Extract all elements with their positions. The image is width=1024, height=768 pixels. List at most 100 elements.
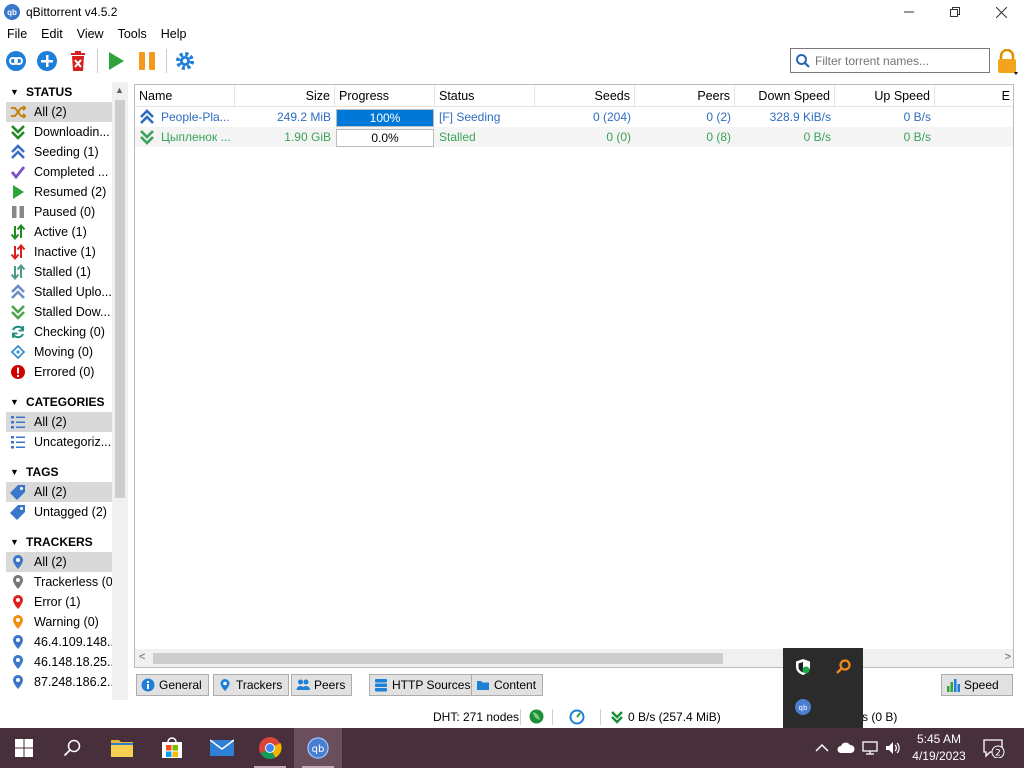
sidebar-status-item[interactable]: Completed ... (6, 162, 112, 182)
speed-button[interactable]: Speed (941, 674, 1013, 696)
menu-file[interactable]: File (0, 27, 34, 41)
sidebar-status-item[interactable]: Resumed (2) (6, 182, 112, 202)
filter-torrent-input[interactable] (815, 53, 985, 68)
connection-status-icon[interactable] (529, 709, 544, 727)
column-up-speed[interactable]: Up Speed (835, 85, 935, 107)
tab-content[interactable]: Content (471, 674, 544, 696)
column-status[interactable]: Status (435, 85, 535, 107)
sidebar-item-label: All (2) (34, 415, 67, 429)
sidebar-categories-item[interactable]: All (2) (6, 412, 112, 432)
sidebar-trackers-item[interactable]: 46.148.18.25... (6, 652, 112, 672)
tab-general[interactable]: General (136, 674, 209, 696)
statusbar-separator (552, 709, 553, 725)
folder-icon (476, 678, 490, 692)
show-hidden-icons-button[interactable] (813, 738, 831, 758)
remove-torrent-button[interactable] (65, 48, 91, 74)
menu-help[interactable]: Help (154, 27, 194, 41)
sidebar-status-item[interactable]: Paused (0) (6, 202, 112, 222)
sidebar-trackers-item[interactable]: 87.248.186.2... (6, 672, 112, 692)
tab-peers[interactable]: Peers (291, 674, 353, 696)
network-icon[interactable] (861, 738, 879, 758)
tab-http-sources-label: HTTP Sources (392, 678, 471, 692)
tab-http-sources[interactable]: HTTP Sources (369, 674, 478, 696)
column-peers[interactable]: Peers (635, 85, 735, 107)
taskbar-search-button[interactable] (48, 728, 96, 768)
sidebar-status-item[interactable]: Moving (0) (6, 342, 112, 362)
speed-limits-icon[interactable] (569, 709, 585, 728)
qbittorrent-taskbar-button[interactable]: qb (294, 728, 342, 768)
progress-bar: 0.0% (336, 128, 434, 147)
restore-button[interactable] (932, 0, 978, 24)
system-clock[interactable]: 5:45 AM 4/19/2023 (906, 731, 972, 765)
chevron-up-icon (815, 743, 829, 752)
sidebar-tags-item[interactable]: All (2) (6, 482, 112, 502)
collapse-caret-icon: ▼ (10, 87, 19, 97)
torrent-row[interactable]: People-Pla... 249.2 MiB 100% [F] Seeding… (135, 107, 1013, 127)
sidebar-status-item[interactable]: Downloadin... (6, 122, 112, 142)
sidebar-status-item[interactable]: Active (1) (6, 222, 112, 242)
sidebar-status-item[interactable]: Checking (0) (6, 322, 112, 342)
sidebar-scrollbar[interactable]: ▲ (112, 82, 128, 700)
column-name[interactable]: Name (135, 85, 235, 107)
lock-button[interactable] (995, 48, 1019, 75)
menu-edit[interactable]: Edit (34, 27, 70, 41)
tab-trackers[interactable]: Trackers (213, 674, 290, 696)
sidebar-trackers-item[interactable]: Error (1) (6, 592, 112, 612)
close-button[interactable] (978, 0, 1024, 24)
column-seeds[interactable]: Seeds (535, 85, 635, 107)
column-eta[interactable]: E (935, 85, 1013, 107)
qbittorrent-tray-icon[interactable]: qb (792, 696, 814, 718)
sidebar-trackers-item[interactable]: All (2) (6, 552, 112, 572)
scroll-right-icon[interactable]: > (1005, 651, 1011, 663)
column-progress[interactable]: Progress (335, 85, 435, 107)
sidebar-trackers-item[interactable]: Warning (0) (6, 612, 112, 632)
file-explorer-button[interactable] (98, 728, 146, 768)
sidebar-trackers-item[interactable]: 46.4.109.148... (6, 632, 112, 652)
torrent-list: Name Size Progress Status Seeds Peers Do… (134, 84, 1014, 668)
menu-view[interactable]: View (70, 27, 111, 41)
scroll-up-icon[interactable]: ▲ (115, 85, 124, 95)
filter-box[interactable] (790, 48, 990, 73)
start-button[interactable] (0, 728, 48, 768)
progress-text: 100% (369, 110, 401, 125)
sidebar-status-item[interactable]: Stalled (1) (6, 262, 112, 282)
column-down-speed[interactable]: Down Speed (735, 85, 835, 107)
sidebar-status-item[interactable]: Seeding (1) (6, 142, 112, 162)
column-size[interactable]: Size (235, 85, 335, 107)
magnifier-icon[interactable] (832, 656, 854, 678)
sidebar-status-item[interactable]: Inactive (1) (6, 242, 112, 262)
pause-button[interactable] (134, 48, 160, 74)
minimize-button[interactable] (886, 0, 932, 24)
sidebar-categories-item[interactable]: Uncategoriz... (6, 432, 112, 452)
chrome-button[interactable] (246, 728, 294, 768)
sidebar-item-label: Resumed (2) (34, 185, 107, 199)
sidebar-status-item[interactable]: Stalled Uplo... (6, 282, 112, 302)
resume-button[interactable] (103, 48, 129, 74)
tags-header-label: TAGS (26, 465, 59, 479)
sidebar-status-item[interactable]: Errored (0) (6, 362, 112, 382)
volume-icon[interactable] (884, 738, 902, 758)
torrent-list-hscrollbar[interactable]: < > (135, 649, 1013, 667)
action-center-button[interactable]: 2 (982, 738, 1006, 758)
updown-arrows-icon (10, 264, 26, 280)
sidebar-status-item[interactable]: Stalled Dow... (6, 302, 112, 322)
mail-button[interactable] (198, 728, 246, 768)
torrent-row[interactable]: Цыпленок ... 1.90 GiB 0.0% Stalled 0 (0)… (135, 127, 1013, 147)
scroll-left-icon[interactable]: < (139, 651, 145, 663)
add-torrent-file-button[interactable] (34, 48, 60, 74)
options-button[interactable] (172, 48, 198, 74)
microsoft-store-button[interactable] (148, 728, 196, 768)
torrent-peers: 0 (8) (706, 130, 731, 144)
gear-icon (176, 52, 194, 70)
sidebar-status-item[interactable]: All (2) (6, 102, 112, 122)
sidebar-trackers-item[interactable]: Trackerless (0) (6, 572, 112, 592)
onedrive-icon[interactable] (837, 738, 855, 758)
menu-tools[interactable]: Tools (111, 27, 154, 41)
collapse-caret-icon: ▼ (10, 467, 19, 477)
sidebar-scroll-thumb[interactable] (115, 100, 125, 498)
windows-security-icon[interactable] (792, 656, 814, 678)
sidebar-item-label: Untagged (2) (34, 505, 107, 519)
add-torrent-link-button[interactable] (3, 48, 29, 74)
sidebar-tags-item[interactable]: Untagged (2) (6, 502, 112, 522)
hscroll-thumb[interactable] (153, 653, 723, 664)
